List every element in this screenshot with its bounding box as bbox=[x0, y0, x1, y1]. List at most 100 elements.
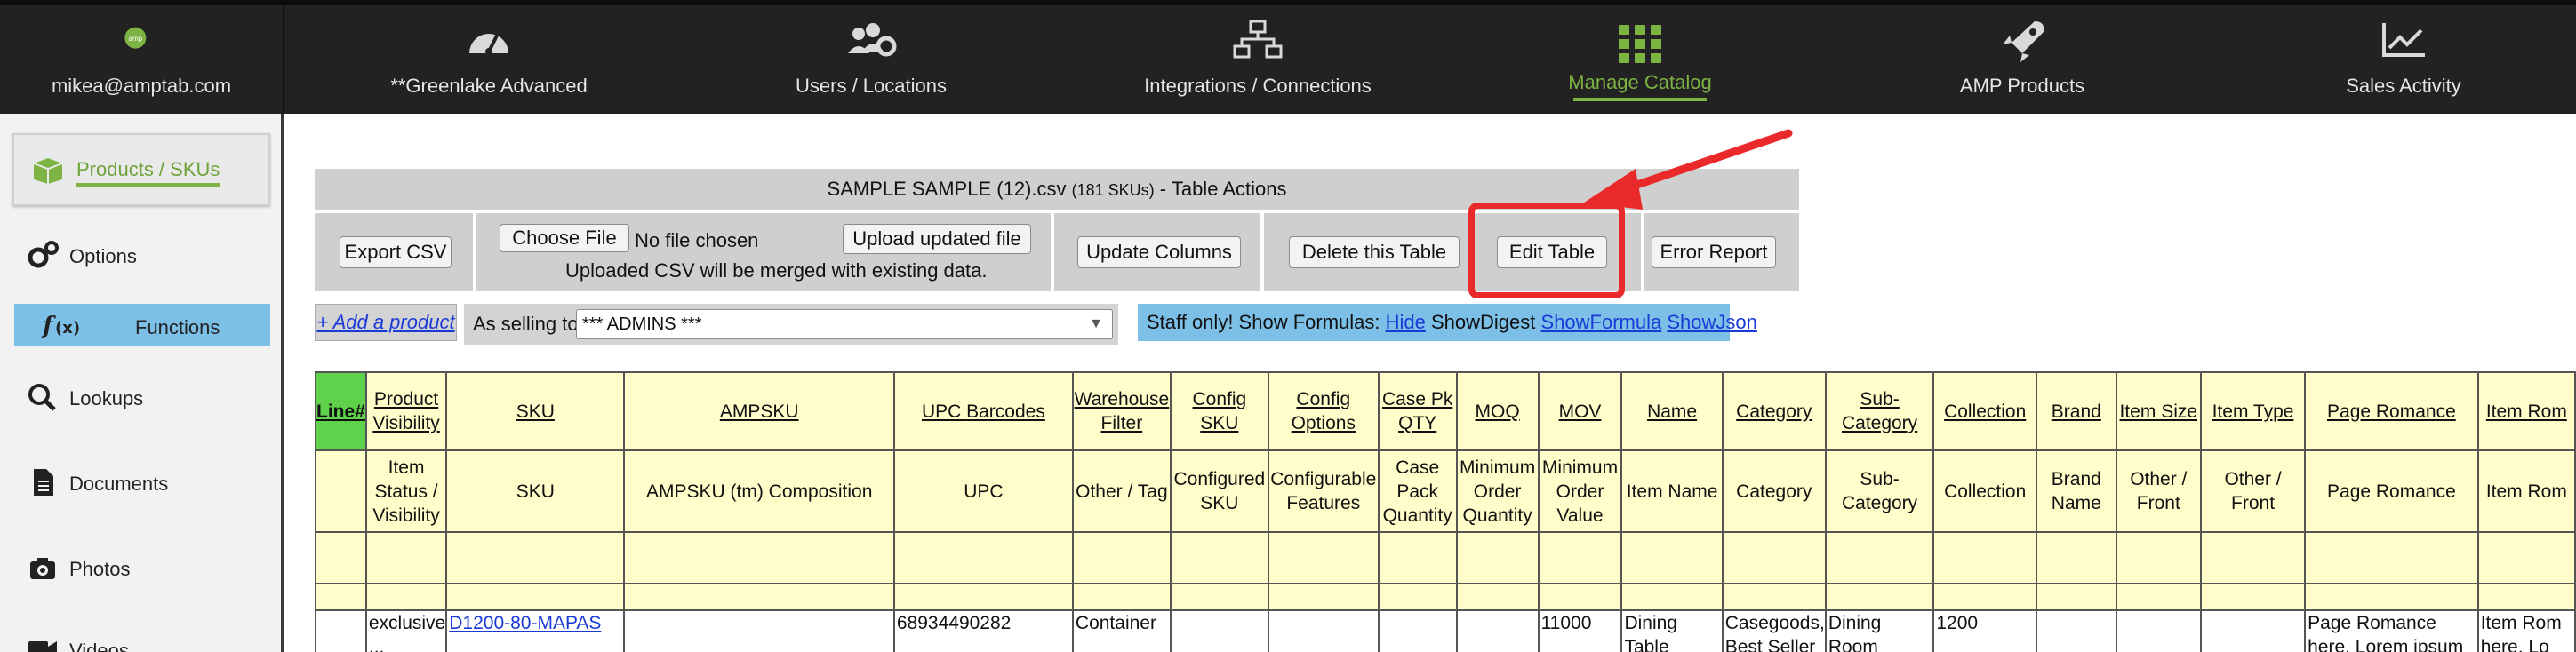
column-header[interactable]: Item Size bbox=[2115, 371, 2203, 451]
subheader-cell: Minimum Order Quantity bbox=[1455, 449, 1540, 533]
selling-to-select[interactable]: *** ADMINS *** ▼ bbox=[576, 309, 1113, 339]
nav-item-sales-activity[interactable]: Sales Activity bbox=[2231, 5, 2576, 114]
network-icon bbox=[1233, 20, 1283, 59]
users-gear-icon bbox=[848, 23, 897, 57]
subheader-cell: Configured SKU bbox=[1169, 449, 1269, 533]
column-header[interactable]: Config Options bbox=[1267, 371, 1380, 451]
column-header-line[interactable]: Line# bbox=[315, 371, 367, 451]
subheader-cell: Other / Front bbox=[2115, 449, 2203, 533]
sidebar-item-functions[interactable]: f (x) Functions bbox=[14, 304, 270, 346]
nav-label: Integrations / Connections bbox=[1144, 75, 1372, 97]
column-header[interactable]: Collection bbox=[1932, 371, 2038, 451]
table-cell[interactable]: Page Romance here. Lorem ipsum bbox=[2304, 609, 2479, 652]
choose-file-button[interactable]: Choose File bbox=[500, 224, 629, 252]
camera-icon bbox=[30, 558, 55, 579]
box-icon bbox=[33, 158, 63, 184]
table-header-row: Line# Product Visibility SKU AMPSKU UPC … bbox=[315, 371, 2576, 451]
selling-to-label: As selling to: bbox=[473, 313, 584, 335]
sidebar-item-lookups[interactable]: Lookups bbox=[27, 378, 267, 417]
column-header[interactable]: Page Romance bbox=[2304, 371, 2479, 451]
upload-updated-file-button[interactable]: Upload updated file bbox=[843, 224, 1031, 254]
error-report-cell: Error Report bbox=[1644, 213, 1799, 291]
table-cell[interactable] bbox=[1377, 609, 1458, 652]
show-digest-link[interactable]: ShowDigest bbox=[1431, 311, 1535, 333]
column-header[interactable]: Product Visibility bbox=[364, 371, 448, 451]
table-cell[interactable] bbox=[1169, 609, 1269, 652]
show-formula-link[interactable]: ShowFormula bbox=[1541, 311, 1662, 333]
update-columns-cell: Update Columns bbox=[1054, 213, 1260, 291]
export-csv-button[interactable]: Export CSV bbox=[340, 236, 452, 268]
sku-count: (181 SKUs) bbox=[1071, 181, 1155, 199]
chevron-down-icon: ▼ bbox=[1089, 316, 1103, 331]
sidebar-item-products-skus[interactable]: Products / SKUs bbox=[12, 133, 270, 206]
table-cell[interactable] bbox=[1455, 609, 1540, 652]
add-product-link[interactable]: + Add a product bbox=[315, 304, 457, 341]
merge-note: Uploaded CSV will be merged with existin… bbox=[565, 259, 988, 282]
column-header[interactable]: UPC Barcodes bbox=[892, 371, 1074, 451]
sku-link[interactable]: D1200-80-MAPAS bbox=[449, 613, 601, 633]
line-chart-icon bbox=[2382, 23, 2425, 57]
nav-item-greenlake[interactable]: **Greenlake Advanced bbox=[284, 5, 693, 114]
table-cell[interactable]: Container bbox=[1071, 609, 1172, 652]
nav-item-users-locations[interactable]: Users / Locations bbox=[693, 5, 1049, 114]
column-header[interactable]: Case Pk QTY bbox=[1377, 371, 1458, 451]
column-header[interactable]: Name bbox=[1620, 371, 1724, 451]
nav-label: Users / Locations bbox=[796, 75, 947, 97]
subheader-cell: Other / Front bbox=[2199, 449, 2307, 533]
table-row: exclusive ... D1200-80-MAPAS 68934490282… bbox=[315, 609, 2576, 652]
sidebar-item-videos[interactable]: Videos bbox=[27, 631, 267, 652]
table-cell[interactable]: 68934490282 bbox=[892, 609, 1074, 652]
column-header[interactable]: Brand bbox=[2036, 371, 2117, 451]
no-file-label: No file chosen bbox=[635, 229, 759, 251]
update-columns-button[interactable]: Update Columns bbox=[1077, 236, 1241, 268]
column-header[interactable]: Warehouse Filter bbox=[1071, 371, 1172, 451]
table-cell[interactable]: exclusive ... bbox=[364, 609, 448, 652]
search-icon bbox=[28, 384, 56, 411]
table-cell[interactable] bbox=[2115, 609, 2203, 652]
subheader-cell: Category bbox=[1721, 449, 1827, 533]
table-cell[interactable]: D1200-80-MAPAS bbox=[445, 609, 626, 652]
nav-label: Sales Activity bbox=[2346, 75, 2461, 97]
show-json-link[interactable]: ShowJson bbox=[1667, 311, 1757, 333]
nav-item-amp-products[interactable]: AMP Products bbox=[1813, 5, 2231, 114]
column-header[interactable]: MOV bbox=[1537, 371, 1623, 451]
subheader-cell: Sub-Category bbox=[1824, 449, 1935, 533]
nav-user[interactable]: amp mikea@amptab.com bbox=[0, 5, 283, 114]
delete-table-button[interactable]: Delete this Table bbox=[1289, 236, 1460, 268]
error-report-button[interactable]: Error Report bbox=[1652, 236, 1776, 268]
subheader-cell: Other / Tag bbox=[1071, 449, 1172, 533]
table-cell[interactable] bbox=[2199, 609, 2307, 652]
document-icon bbox=[34, 469, 53, 496]
nav-label: **Greenlake Advanced bbox=[390, 75, 588, 97]
table-cell[interactable] bbox=[315, 609, 367, 652]
table-cell[interactable]: Dining Table bbox=[1620, 609, 1724, 652]
column-header[interactable]: MOQ bbox=[1455, 371, 1540, 451]
table-cell[interactable]: 1200 bbox=[1932, 609, 2038, 652]
subheader-cell: Item Name bbox=[1620, 449, 1724, 533]
user-email: mikea@amptab.com bbox=[51, 75, 232, 97]
nav-item-integrations[interactable]: Integrations / Connections bbox=[1049, 5, 1467, 114]
table-cell[interactable]: Item Rom here. Lo bbox=[2476, 609, 2576, 652]
table-cell[interactable] bbox=[2036, 609, 2117, 652]
table-cell[interactable] bbox=[1267, 609, 1380, 652]
column-header[interactable]: AMPSKU bbox=[623, 371, 895, 451]
nav-label: AMP Products bbox=[1959, 75, 2085, 97]
column-header[interactable]: Sub-Category bbox=[1824, 371, 1935, 451]
column-header[interactable]: SKU bbox=[445, 371, 626, 451]
column-header[interactable]: Item Type bbox=[2199, 371, 2307, 451]
nav-item-manage-catalog[interactable]: Manage Catalog bbox=[1467, 5, 1813, 114]
table-cell[interactable] bbox=[623, 609, 895, 652]
hide-link[interactable]: Hide bbox=[1386, 311, 1426, 333]
column-header[interactable]: Item Rom bbox=[2476, 371, 2576, 451]
sidebar-item-photos[interactable]: Photos bbox=[27, 549, 267, 588]
sidebar-item-options[interactable]: Options bbox=[27, 236, 267, 275]
edit-table-highlight bbox=[1468, 203, 1625, 298]
column-header[interactable]: Category bbox=[1721, 371, 1827, 451]
sidebar: Products / SKUs Options f (x) Functions … bbox=[0, 114, 284, 652]
sidebar-item-documents[interactable]: Documents bbox=[27, 464, 267, 503]
table-cell[interactable]: Dining Room bbox=[1824, 609, 1935, 652]
table-cell[interactable]: 11000 bbox=[1537, 609, 1623, 652]
sidebar-item-label: Videos bbox=[69, 640, 129, 652]
column-header[interactable]: Config SKU bbox=[1169, 371, 1269, 451]
table-cell[interactable]: Casegoods, Best Seller bbox=[1721, 609, 1827, 652]
